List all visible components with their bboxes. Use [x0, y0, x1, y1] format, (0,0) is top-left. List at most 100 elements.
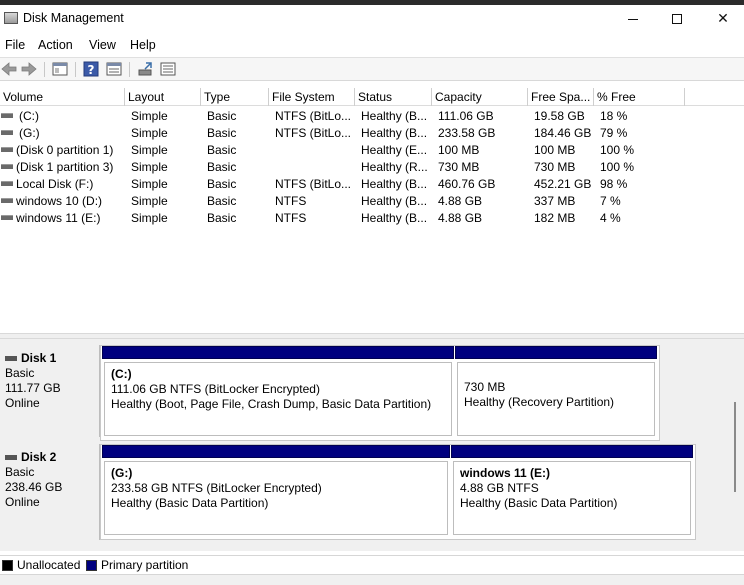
legend-unallocated: Unallocated [17, 558, 81, 572]
forward-arrow-icon[interactable] [21, 61, 37, 77]
maximize-button[interactable] [654, 7, 700, 29]
primary-partition-bar [455, 346, 657, 359]
column-header-type[interactable]: Type [201, 88, 269, 106]
maximize-icon [672, 14, 682, 25]
volume-type: Basic [207, 211, 237, 225]
volume-file-system: NTFS (BitLo... [275, 109, 352, 123]
volume-capacity: 730 MB [438, 160, 480, 174]
toolbar-separator [75, 62, 76, 77]
volume-free-space: 19.58 GB [534, 109, 585, 123]
legend-bar: Unallocated Primary partition [0, 555, 744, 574]
partition-status: Healthy (Recovery Partition) [464, 395, 615, 409]
column-header-status[interactable]: Status [355, 88, 432, 106]
back-arrow-icon[interactable] [1, 61, 17, 77]
volume-status: Healthy (B... [361, 177, 428, 191]
close-icon: ✕ [717, 10, 729, 26]
volume-row[interactable]: (Disk 0 partition 1) Simple Basic Health… [0, 141, 744, 158]
partition-e-body: windows 11 (E:) 4.88 GB NTFS Healthy (Ba… [453, 461, 691, 535]
title-bar: Disk Management ✕ [0, 5, 744, 32]
partition-name: (C:) [111, 367, 132, 381]
volume-capacity: 4.88 GB [438, 211, 483, 225]
disk-1-partitions: (C:) 111.06 GB NTFS (BitLocker Encrypted… [100, 345, 660, 441]
partition-recovery[interactable]: 730 MB Healthy (Recovery Partition) [455, 346, 657, 440]
partition-status: Healthy (Boot, Page File, Crash Dump, Ba… [111, 397, 432, 411]
volume-layout: Simple [131, 109, 168, 123]
connect-disk-icon[interactable] [137, 61, 153, 77]
column-header-percent-free[interactable]: % Free [594, 88, 685, 106]
volume-percent-free: 18 % [600, 109, 628, 123]
column-header-volume[interactable]: Volume [0, 88, 125, 106]
partition-recovery-body: 730 MB Healthy (Recovery Partition) [457, 362, 655, 436]
volume-free-space: 337 MB [534, 194, 576, 208]
volume-capacity: 111.06 GB [438, 109, 494, 123]
volume-row[interactable]: (C:) Simple Basic NTFS (BitLo... Healthy… [0, 107, 744, 124]
primary-partition-bar [451, 445, 693, 458]
menu-file[interactable]: File [5, 38, 25, 52]
volume-status: Healthy (B... [361, 109, 428, 123]
volume-type: Basic [207, 109, 237, 123]
volume-layout: Simple [131, 194, 168, 208]
volume-file-system: NTFS [275, 211, 307, 225]
column-header-file-system[interactable]: File System [269, 88, 355, 106]
disk-2-size: 238.46 GB [5, 480, 63, 494]
drive-icon [1, 164, 13, 169]
volume-status: Healthy (B... [361, 194, 428, 208]
volume-percent-free: 98 % [600, 177, 628, 191]
vertical-scrollbar[interactable] [734, 402, 736, 492]
disk-graphical-view: Disk 1 Basic 111.77 GB Online (C:) 111.0… [0, 339, 744, 551]
disk-1-label[interactable]: Disk 1 Basic 111.77 GB Online [0, 345, 100, 437]
volume-percent-free: 100 % [600, 160, 635, 174]
drive-icon [1, 198, 13, 203]
legend-primary-partition: Primary partition [101, 558, 189, 572]
column-header-layout[interactable]: Layout [125, 88, 201, 106]
menu-action[interactable]: Action [38, 38, 73, 52]
partition-c[interactable]: (C:) 111.06 GB NTFS (BitLocker Encrypted… [102, 346, 454, 440]
window-title: Disk Management [23, 11, 124, 25]
close-button[interactable]: ✕ [700, 7, 744, 29]
volume-row[interactable]: windows 11 (E:) Simple Basic NTFS Health… [0, 209, 744, 226]
help-icon[interactable]: ? [83, 61, 99, 77]
partition-e[interactable]: windows 11 (E:) 4.88 GB NTFS Healthy (Ba… [451, 445, 693, 539]
volume-name: windows 10 (D:) [16, 194, 103, 208]
disk-1-state: Online [5, 396, 40, 410]
volume-type: Basic [207, 160, 237, 174]
list-view-icon[interactable] [160, 61, 176, 77]
volume-layout: Simple [131, 126, 168, 140]
volume-row[interactable]: Local Disk (F:) Simple Basic NTFS (BitLo… [0, 175, 744, 192]
column-header-free-space[interactable]: Free Spa... [528, 88, 594, 106]
volume-percent-free: 7 % [600, 194, 621, 208]
primary-partition-bar [102, 346, 454, 359]
console-tree-icon[interactable] [52, 61, 68, 77]
disk-1-size: 111.77 GB [5, 381, 61, 395]
volume-capacity: 100 MB [438, 143, 480, 157]
svg-text:?: ? [88, 63, 95, 77]
volume-row[interactable]: (G:) Simple Basic NTFS (BitLo... Healthy… [0, 124, 744, 141]
volume-layout: Simple [131, 211, 168, 225]
volume-free-space: 100 MB [534, 143, 576, 157]
unallocated-swatch [2, 560, 13, 571]
partition-c-body: (C:) 111.06 GB NTFS (BitLocker Encrypted… [104, 362, 452, 436]
disk-2-name-text: Disk 2 [21, 450, 57, 464]
volume-percent-free: 100 % [600, 143, 635, 157]
volume-type: Basic [207, 126, 237, 140]
volume-row[interactable]: (Disk 1 partition 3) Simple Basic Health… [0, 158, 744, 175]
drive-icon [1, 181, 13, 186]
properties-icon[interactable] [106, 61, 122, 77]
disk-2-label[interactable]: Disk 2 Basic 238.46 GB Online [0, 444, 100, 540]
minimize-button[interactable] [610, 7, 656, 29]
volume-name: Local Disk (F:) [16, 177, 94, 191]
volume-layout: Simple [131, 177, 168, 191]
volume-row[interactable]: windows 10 (D:) Simple Basic NTFS Health… [0, 192, 744, 209]
partition-g[interactable]: (G:) 233.58 GB NTFS (BitLocker Encrypted… [102, 445, 450, 539]
primary-partition-swatch [86, 560, 97, 571]
menu-bar: File Action View Help [0, 34, 744, 56]
menu-view[interactable]: View [89, 38, 116, 52]
minimize-icon [628, 18, 638, 20]
column-header-capacity[interactable]: Capacity [432, 88, 528, 106]
volume-type: Basic [207, 143, 237, 157]
menu-help[interactable]: Help [130, 38, 156, 52]
volume-free-space: 184.46 GB [534, 126, 592, 140]
disk-icon [5, 455, 17, 461]
toolbar-separator [44, 62, 45, 77]
volume-list-header: Volume Layout Type File System Status Ca… [0, 88, 744, 106]
